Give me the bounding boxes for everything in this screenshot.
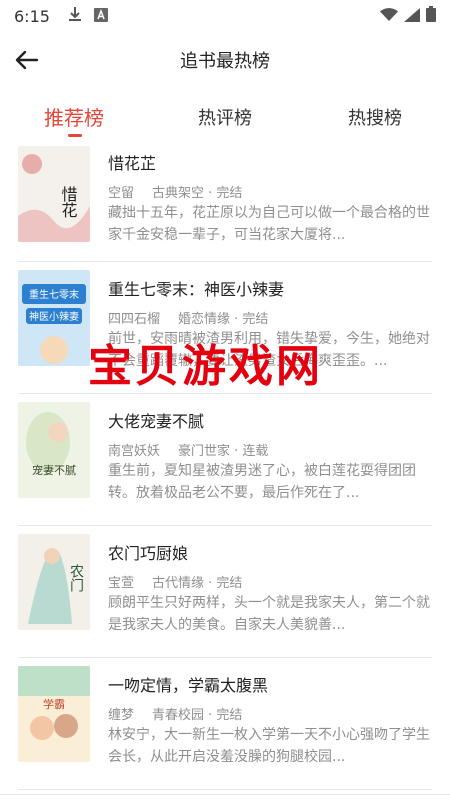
- book-category: 青春校园 · 完结: [152, 708, 243, 723]
- book-cover: 农门: [18, 534, 90, 630]
- svg-text:农门: 农门: [68, 564, 84, 593]
- book-title: 惜花芷: [108, 154, 157, 173]
- book-meta: 宝萱 古代情缘 · 完结: [108, 572, 242, 591]
- book-author: 四四石榴: [108, 312, 161, 327]
- book-meta: 四四石榴 婚恋情缘 · 完结: [108, 308, 268, 327]
- book-cover: 重生七零末 神医小辣妻: [18, 270, 90, 366]
- page-title: 追书最热榜: [180, 51, 270, 72]
- book-cover: 学霸: [18, 666, 90, 762]
- a-box-icon: [93, 7, 108, 26]
- book-description: 顾朗平生只好两样，头一个就是我家夫人，第二个就是我家夫人的美食。自家夫人美貌善.…: [108, 595, 430, 633]
- book-item[interactable]: 农门 农门巧厨娘 宝萱 古代情缘 · 完结 顾朗平生只好两样，头一个就是我家夫人，…: [18, 526, 432, 658]
- book-meta: 南宫妖妖 豪门世家 · 连载: [108, 440, 268, 459]
- status-bar: 6:15: [0, 0, 450, 32]
- book-cover: 宠妻不腻: [18, 402, 90, 498]
- download-icon: [68, 6, 82, 26]
- book-title: 一吻定情，学霸太腹黑: [108, 676, 269, 695]
- svg-text:学霸: 学霸: [43, 697, 65, 711]
- watermark-text: 宝贝游戏网: [88, 341, 323, 392]
- book-item[interactable]: 宠妻不腻 大佬宠妻不腻 南宫妖妖 豪门世家 · 连载 重生前，夏知星被渣男迷了心，…: [18, 394, 432, 526]
- book-author: 空留: [108, 186, 135, 201]
- book-title: 重生七零末：神医小辣妻: [108, 280, 285, 299]
- status-time: 6:15: [14, 6, 50, 26]
- book-category: 古典架空 · 完结: [152, 186, 243, 201]
- book-item[interactable]: 惜花 惜花芷 空留 古典架空 · 完结 藏拙十五年，花芷原以为自己可以做一个最合格…: [18, 140, 432, 262]
- book-meta: 缠梦 青春校园 · 完结: [108, 704, 242, 723]
- book-category: 豪门世家 · 连载: [178, 444, 269, 459]
- bottom-divider: [0, 794, 450, 795]
- active-tab-indicator: [68, 134, 82, 137]
- book-description: 林安宁，大一新生一枚入学第一天不小心强吻了学生会长，从此开启没羞没臊的狗腿校园.…: [108, 727, 430, 765]
- book-title: 大佬宠妻不腻: [108, 412, 205, 431]
- svg-text:神医小辣妻: 神医小辣妻: [29, 310, 79, 323]
- svg-text:宠妻不腻: 宠妻不腻: [32, 463, 76, 477]
- book-description: 藏拙十五年，花芷原以为自己可以做一个最合格的世家千金安稳一辈子，可当花家大厦将.…: [108, 205, 430, 243]
- book-author: 南宫妖妖: [108, 444, 161, 459]
- tab-hot-search[interactable]: 热搜榜: [348, 104, 402, 130]
- tab-hot-comments[interactable]: 热评榜: [198, 104, 252, 130]
- book-author: 宝萱: [108, 576, 135, 591]
- tab-recommend[interactable]: 推荐榜: [44, 102, 104, 131]
- app-header: 追书最热榜: [0, 36, 450, 84]
- battery-icon: [426, 6, 436, 26]
- ranking-tabs: 推荐榜 热评榜 热搜榜: [0, 98, 450, 140]
- book-meta: 空留 古典架空 · 完结: [108, 182, 242, 201]
- book-cover: 惜花: [18, 146, 90, 242]
- book-title: 农门巧厨娘: [108, 544, 189, 563]
- book-list: 惜花 惜花芷 空留 古典架空 · 完结 藏拙十五年，花芷原以为自己可以做一个最合格…: [0, 140, 450, 790]
- book-category: 古代情缘 · 完结: [152, 576, 243, 591]
- book-description: 重生前，夏知星被渣男迷了心，被白莲花耍得团团转。放着极品老公不要，最后作死在了.…: [108, 463, 416, 501]
- wifi-icon: [380, 7, 398, 26]
- book-author: 缠梦: [108, 708, 135, 723]
- book-item[interactable]: 学霸 一吻定情，学霸太腹黑 缠梦 青春校园 · 完结 林安宁，大一新生一枚入学第一…: [18, 658, 432, 790]
- book-category: 婚恋情缘 · 完结: [178, 312, 269, 327]
- svg-text:重生七零末: 重生七零末: [29, 288, 79, 301]
- svg-text:惜花: 惜花: [59, 186, 78, 218]
- signal-icon: [404, 7, 420, 26]
